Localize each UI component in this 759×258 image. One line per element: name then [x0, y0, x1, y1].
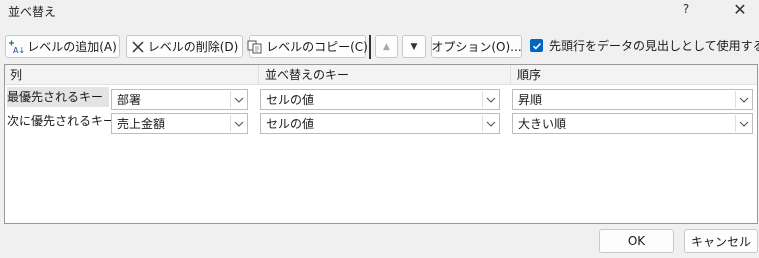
- order-select-secondary[interactable]: 大きい順: [512, 113, 753, 134]
- delete-level-icon: [131, 40, 145, 54]
- order-select-secondary-value: 大きい順: [518, 117, 567, 131]
- chevron-down-icon[interactable]: [735, 91, 751, 108]
- help-icon[interactable]: ?: [676, 2, 696, 16]
- cancel-button-label: キャンセル: [690, 234, 751, 249]
- move-up-icon: ▲: [383, 41, 390, 52]
- row-label-secondary[interactable]: 次に優先されるキー: [7, 111, 115, 131]
- grid-header: 列 並べ替えのキー 順序: [5, 65, 757, 85]
- copy-level-button[interactable]: レベルのコピー(C): [247, 35, 368, 58]
- sort-on-select-primary[interactable]: セルの値: [260, 89, 500, 110]
- copy-level-label: レベルのコピー(C): [266, 40, 368, 54]
- sort-on-select-primary-value: セルの値: [266, 93, 315, 107]
- add-level-button[interactable]: A↓ レベルの追加(A): [5, 35, 120, 58]
- column-select-primary-value: 部署: [117, 93, 142, 107]
- chevron-down-icon[interactable]: [230, 91, 246, 108]
- close-icon[interactable]: ✕: [730, 0, 750, 19]
- column-header-column: 列: [10, 68, 23, 82]
- sort-levels-grid: 列 並べ替えのキー 順序 最優先されるキー 部署 セルの値 昇順 次に優先される…: [4, 64, 758, 224]
- title-bar: 並べ替え ? ✕: [0, 0, 759, 28]
- chevron-down-icon[interactable]: [230, 115, 246, 132]
- header-row-checkbox-label: 先頭行をデータの見出しとして使用する(H): [549, 39, 759, 53]
- copy-level-icon: [247, 40, 263, 54]
- header-divider: [510, 65, 511, 85]
- chevron-down-icon[interactable]: [482, 115, 498, 132]
- toolbar-divider: [369, 35, 371, 59]
- options-button[interactable]: オプション(O)...: [431, 35, 522, 58]
- cancel-button[interactable]: キャンセル: [684, 229, 758, 253]
- row-label-primary[interactable]: 最優先されるキー: [7, 87, 109, 107]
- add-level-icon: A↓: [8, 40, 24, 54]
- order-select-primary[interactable]: 昇順: [512, 89, 753, 110]
- move-down-icon: ▼: [410, 41, 418, 52]
- move-down-button[interactable]: ▼: [402, 35, 426, 58]
- column-select-secondary-value: 売上金額: [117, 117, 166, 131]
- move-up-button[interactable]: ▲: [375, 35, 398, 58]
- order-select-primary-value: 昇順: [518, 93, 543, 107]
- column-header-sort-on: 並べ替えのキー: [265, 68, 350, 82]
- delete-level-button[interactable]: レベルの削除(D): [126, 35, 243, 58]
- ok-button-label: OK: [627, 234, 646, 248]
- sort-on-select-secondary-value: セルの値: [266, 117, 315, 131]
- column-select-secondary[interactable]: 売上金額: [111, 113, 248, 134]
- column-select-primary[interactable]: 部署: [111, 89, 248, 110]
- column-header-order: 順序: [517, 68, 542, 82]
- delete-level-label: レベルの削除(D): [147, 40, 239, 54]
- window-title: 並べ替え: [8, 5, 57, 19]
- options-label: オプション(O)...: [431, 40, 522, 54]
- checkmark-icon[interactable]: [530, 39, 543, 52]
- add-level-label: レベルの追加(A): [27, 40, 117, 54]
- chevron-down-icon[interactable]: [735, 115, 751, 132]
- ok-button[interactable]: OK: [599, 229, 674, 253]
- header-divider: [258, 65, 259, 85]
- chevron-down-icon[interactable]: [482, 91, 498, 108]
- svg-text:A↓: A↓: [13, 46, 24, 54]
- header-row-checkbox[interactable]: 先頭行をデータの見出しとして使用する(H): [530, 37, 759, 54]
- sort-on-select-secondary[interactable]: セルの値: [260, 113, 500, 134]
